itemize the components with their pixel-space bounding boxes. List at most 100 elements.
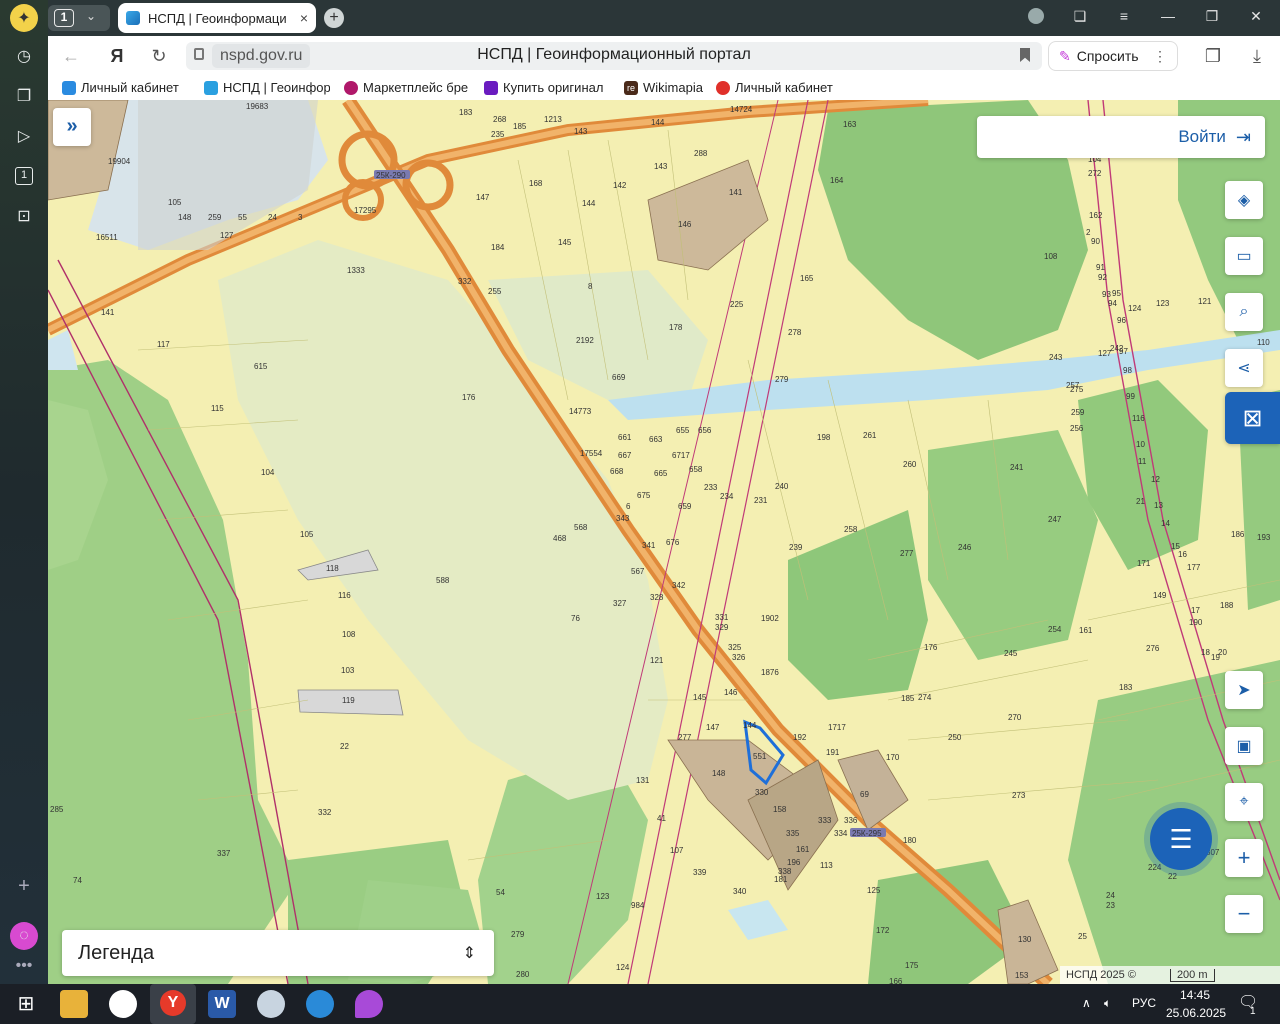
minimap-button[interactable]: ▣	[1225, 727, 1263, 765]
language-indicator[interactable]: РУС	[1132, 996, 1156, 1010]
share-button[interactable]: ⋖	[1225, 349, 1263, 387]
collections-icon[interactable]: ❐	[10, 82, 38, 110]
locate-button[interactable]: ➤	[1225, 671, 1263, 709]
kebab-menu-icon[interactable]: ⋮	[1153, 48, 1167, 65]
alice-assistant-icon[interactable]: ✦	[10, 4, 38, 32]
parcel-number-label: 168	[529, 179, 543, 188]
parcel-number-label: 270	[1008, 713, 1022, 722]
parcel-number-label: 110	[1257, 338, 1270, 347]
parcel-number-label: 254	[1048, 625, 1062, 634]
expand-panel-button[interactable]: »	[53, 108, 91, 146]
map-attribution: НСПД 2025 © 200 m	[1060, 966, 1280, 984]
app-c-icon[interactable]	[109, 990, 137, 1018]
bookmark-item[interactable]: Личный кабинет	[716, 80, 846, 95]
parcel-number-label: 55	[238, 213, 247, 222]
parcel-number-label: 10	[1136, 440, 1145, 449]
tab-group-button[interactable]: 1 ⌄	[48, 5, 110, 31]
parcel-number-label: 17	[1191, 606, 1200, 615]
media-play-icon[interactable]: ▷	[10, 122, 38, 150]
parcel-number-label: 339	[693, 868, 707, 877]
parcel-number-label: 99	[1126, 392, 1135, 401]
active-tab[interactable]: НСПД | Геоинформаци ×	[118, 3, 316, 33]
screenshot-icon[interactable]: ⊡	[10, 202, 38, 230]
close-tab-icon[interactable]: ×	[300, 10, 308, 26]
windows-start-icon[interactable]: ⊞	[12, 990, 40, 1018]
close-window-icon[interactable]: ✕	[1246, 8, 1266, 25]
parcel-number-label: 327	[613, 599, 627, 608]
parcel-number-label: 984	[631, 901, 645, 910]
file-explorer-icon[interactable]	[60, 990, 88, 1018]
profile-icon[interactable]	[1026, 8, 1046, 27]
parcel-number-label: 130	[1018, 935, 1032, 944]
clock-time[interactable]: 14:45	[1180, 988, 1210, 1002]
ask-button[interactable]: ✎ Спросить ⋮	[1048, 41, 1178, 71]
parcel-number-label: 25	[1078, 932, 1087, 941]
parcel-number-label: 116	[338, 591, 351, 600]
legend-panel[interactable]: Легенда ⇕	[62, 930, 494, 976]
more-dots-icon[interactable]: •••	[10, 952, 38, 980]
parcel-number-label: 2	[1086, 228, 1091, 237]
parcel-number-label: 261	[863, 431, 877, 440]
yandex-browser-taskbar[interactable]: Y	[150, 984, 196, 1024]
back-arrow-icon[interactable]: ←	[60, 45, 82, 67]
speaker-icon[interactable]: 🔈︎	[1104, 996, 1111, 1011]
parcel-number-label: 164	[830, 176, 844, 185]
download-icon[interactable]: ⤓	[1246, 45, 1268, 67]
parcel-number-label: 21	[1136, 497, 1145, 506]
parcel-number-label: 8	[588, 282, 593, 291]
chat-button[interactable]: ☰	[1150, 808, 1212, 870]
add-panel-icon[interactable]: +	[10, 872, 38, 900]
parcel-number-label: 119	[342, 696, 355, 705]
edge-icon[interactable]	[306, 990, 334, 1018]
parcel-number-label: 332	[318, 808, 332, 817]
downloads-panel-icon[interactable]: ❐	[1202, 45, 1224, 67]
tab-groups-icon[interactable]: 1	[10, 162, 38, 190]
parcel-number-label: 588	[436, 576, 450, 585]
zoom-out-button[interactable]: −	[1225, 895, 1263, 933]
parcel-number-label: 2192	[576, 336, 594, 345]
bookmark-item[interactable]: НСПД | Геоинфор	[204, 80, 330, 95]
parcel-number-label: 328	[650, 593, 664, 602]
attribution-text: НСПД 2025 ©	[1066, 969, 1136, 981]
app-drop-icon[interactable]	[355, 990, 383, 1018]
parcel-number-label: 142	[613, 181, 627, 190]
road-label: 25К-295	[852, 829, 882, 838]
bookmark-item[interactable]: Маркетплейс бре	[344, 80, 470, 95]
zoom-in-button[interactable]: +	[1225, 839, 1263, 877]
parcel-number-label: 272	[1088, 169, 1102, 178]
history-icon[interactable]: ◷	[10, 42, 38, 70]
word-icon[interactable]: W	[208, 990, 236, 1018]
reload-icon[interactable]: ↻	[148, 45, 170, 67]
ruler-button[interactable]: ▭	[1225, 237, 1263, 275]
bookmark-label: Личный кабинет	[81, 80, 179, 95]
menu-icon[interactable]: ≡	[1114, 8, 1134, 24]
area-search-button[interactable]: ⌕	[1225, 293, 1263, 331]
bookmark-item[interactable]: Купить оригинал	[484, 80, 610, 95]
parcel-number-label: 665	[654, 469, 668, 478]
new-tab-button[interactable]: +	[324, 8, 344, 28]
bookmark-item[interactable]: re Wikimapia	[624, 80, 710, 95]
collections-toolbar-icon[interactable]: ❏	[1070, 8, 1090, 25]
parcel-number-label: 183	[1119, 683, 1133, 692]
address-bar[interactable]: НСПД | Геоинформационный портал nspd.gov…	[186, 42, 1042, 70]
yandex-logo-icon[interactable]: Я	[106, 45, 128, 67]
search-place-button[interactable]: ⌖	[1225, 783, 1263, 821]
app-fan-icon[interactable]	[257, 990, 285, 1018]
parcel-number-label: 243	[1049, 353, 1063, 362]
restore-icon[interactable]: ❐	[1202, 8, 1222, 25]
layers-button[interactable]: ◈	[1225, 181, 1263, 219]
minimize-icon[interactable]: —	[1158, 8, 1178, 24]
alice-chat-icon[interactable]: ◌	[10, 922, 38, 950]
tray-chevron-icon[interactable]: ∧	[1082, 996, 1091, 1010]
parcel-number-label: 113	[820, 861, 833, 870]
url-chip[interactable]: nspd.gov.ru	[212, 44, 311, 68]
bookmark-item[interactable]: Личный кабинет	[62, 80, 190, 95]
map-tools-button[interactable]: ⊠	[1225, 392, 1280, 444]
parcel-number-label: 183	[459, 108, 473, 117]
bookmark-label: НСПД | Геоинфор	[223, 80, 330, 95]
parcel-number-label: 141	[729, 188, 743, 197]
map-canvas[interactable]: 25К-290 25К-295 19683 19904 105 127 17295 183…	[48, 100, 1280, 984]
login-button[interactable]: Войти ⇥	[977, 116, 1265, 158]
clock-date[interactable]: 25.06.2025	[1166, 1006, 1226, 1020]
parcel-number-label: 14773	[569, 407, 592, 416]
